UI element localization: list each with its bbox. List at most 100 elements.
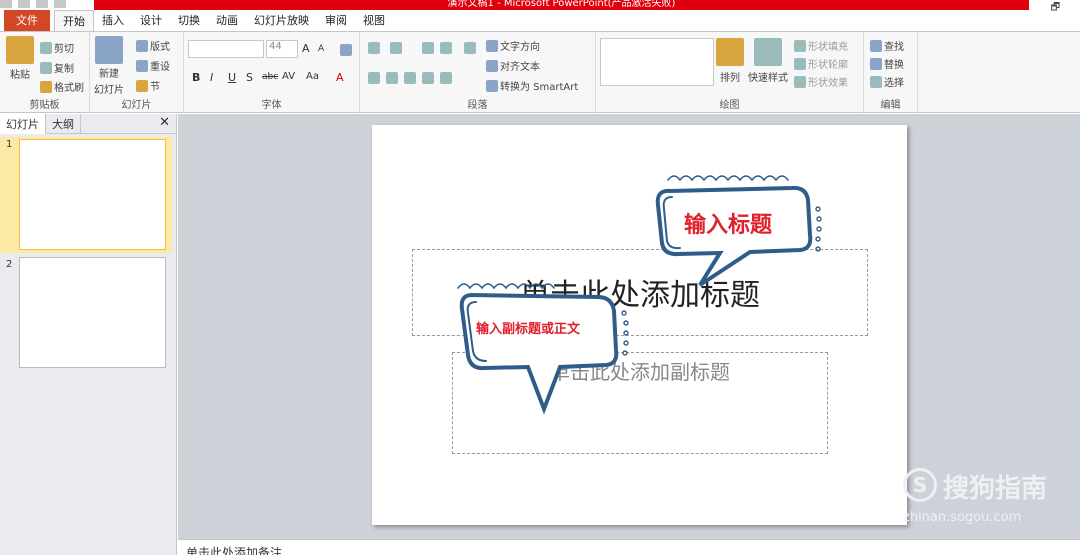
window-title-bar: 演示文稿1 - Microsoft PowerPoint(产品激活失败): [94, 0, 1029, 10]
font-name-box[interactable]: [188, 40, 264, 58]
smartart-button[interactable]: 转换为 SmartArt: [486, 78, 578, 93]
paint-bucket-icon: [794, 39, 806, 52]
font-size-box[interactable]: 44: [266, 40, 298, 58]
text-direction-icon: [486, 39, 498, 52]
notes-pane[interactable]: 单击此处添加备注: [178, 539, 1080, 555]
subtitle-callout-bubble: [457, 283, 629, 415]
paste-label: 粘贴: [10, 70, 30, 81]
bullets-icon[interactable]: [368, 42, 380, 54]
tab-slides[interactable]: 幻灯片: [0, 114, 46, 134]
numbering-icon[interactable]: [390, 42, 402, 54]
align-text-label: 对齐文本: [500, 62, 540, 73]
justify-icon[interactable]: [422, 72, 434, 84]
editing-group: 查找 替换 选择 编辑: [864, 32, 918, 113]
watermark-url: zhinan.sogou.com: [903, 510, 1022, 525]
drawing-group: 排列 快速样式 形状填充 形状轮廓 形状效果 绘图: [596, 32, 864, 113]
tab-outline[interactable]: 大纲: [46, 114, 81, 134]
save-icon[interactable]: [18, 0, 30, 8]
quick-styles-button[interactable]: 快速样式: [748, 38, 788, 84]
slide-preview: [19, 257, 166, 368]
columns-icon[interactable]: [440, 72, 452, 84]
undo-icon[interactable]: [36, 0, 48, 8]
powerpoint-window: 演示文稿1 - Microsoft PowerPoint(产品激活失败) 🗗 文…: [0, 0, 1080, 555]
select-button[interactable]: 选择: [870, 74, 904, 89]
pane-tabs: 幻灯片 大纲: [0, 114, 177, 134]
tab-review[interactable]: 审阅: [317, 10, 355, 31]
section-label: 节: [150, 82, 160, 93]
replace-button[interactable]: 替换: [870, 56, 904, 71]
decrease-indent-icon[interactable]: [422, 42, 434, 54]
editing-group-label: 编辑: [880, 100, 901, 111]
tab-design[interactable]: 设计: [132, 10, 170, 31]
clipboard-group: 粘贴 剪切 复制 格式刷 剪贴板: [0, 32, 90, 113]
font-group-label: 字体: [261, 100, 282, 111]
align-text-button[interactable]: 对齐文本: [486, 58, 540, 73]
tab-file[interactable]: 文件: [4, 10, 50, 31]
tab-insert[interactable]: 插入: [94, 10, 132, 31]
grow-font-button[interactable]: A: [302, 42, 310, 55]
reset-button[interactable]: 重设: [136, 58, 170, 73]
slide-thumbnail-2[interactable]: 2: [0, 257, 172, 373]
select-label: 选择: [884, 78, 904, 89]
callout-shapes: [457, 175, 822, 415]
shrink-font-button[interactable]: A: [318, 44, 324, 54]
tab-home[interactable]: 开始: [54, 10, 94, 31]
copy-label: 复制: [54, 64, 74, 75]
paste-icon: [6, 36, 34, 64]
slide-canvas: 单击此处添加标题 单击此处添加副标题 输入标题 输入副标题或正文 S 搜狗指南 …: [178, 114, 1080, 539]
find-button[interactable]: 查找: [870, 38, 904, 53]
copy-button[interactable]: 复制: [40, 60, 74, 75]
slide-thumbnail-1[interactable]: 1: [0, 137, 172, 253]
effects-icon: [794, 75, 806, 88]
replace-label: 替换: [884, 60, 904, 71]
align-right-icon[interactable]: [404, 72, 416, 84]
cursor-icon: [870, 75, 882, 88]
section-button[interactable]: 节: [136, 78, 160, 93]
tab-animations[interactable]: 动画: [208, 10, 246, 31]
layout-label: 版式: [150, 42, 170, 53]
char-spacing-button[interactable]: AV: [282, 71, 295, 82]
title-callout-text[interactable]: 输入标题: [684, 207, 772, 239]
shapes-gallery[interactable]: [600, 38, 714, 86]
close-pane-icon[interactable]: ✕: [159, 115, 170, 130]
new-slide-button[interactable]: 新建 幻灯片: [94, 36, 124, 96]
align-left-icon[interactable]: [368, 72, 380, 84]
scissors-icon: [40, 41, 52, 54]
shape-fill-button[interactable]: 形状填充: [794, 38, 848, 53]
ribbon: 粘贴 剪切 复制 格式刷 剪贴板 新建 幻灯片 版式 重设 节 幻灯片 44 A…: [0, 32, 1080, 113]
text-direction-button[interactable]: 文字方向: [486, 38, 540, 53]
change-case-button[interactable]: Aa: [306, 71, 319, 82]
tab-transitions[interactable]: 切换: [170, 10, 208, 31]
cut-button[interactable]: 剪切: [40, 40, 74, 55]
paragraph-group-label: 段落: [467, 100, 488, 111]
align-center-icon[interactable]: [386, 72, 398, 84]
shadow-button[interactable]: S: [246, 71, 253, 84]
subtitle-callout-text[interactable]: 输入副标题或正文: [476, 318, 580, 337]
paste-button[interactable]: 粘贴: [6, 36, 34, 81]
strikethrough-button[interactable]: abc: [262, 72, 278, 82]
shape-effects-button[interactable]: 形状效果: [794, 74, 848, 89]
shape-effects-label: 形状效果: [808, 78, 848, 89]
tab-view[interactable]: 视图: [355, 10, 393, 31]
tab-slideshow[interactable]: 幻灯片放映: [246, 10, 317, 31]
arrange-button[interactable]: 排列: [716, 38, 744, 84]
slides-group: 新建 幻灯片 版式 重设 节 幻灯片: [90, 32, 184, 113]
clear-format-icon[interactable]: [340, 44, 352, 56]
font-color-button[interactable]: A: [336, 71, 344, 84]
layout-button[interactable]: 版式: [136, 38, 170, 53]
shape-outline-button[interactable]: 形状轮廓: [794, 56, 848, 71]
watermark-brand: 搜狗指南: [943, 474, 1048, 504]
bold-button[interactable]: B: [192, 71, 200, 84]
arrange-icon: [716, 38, 744, 66]
find-label: 查找: [884, 42, 904, 53]
underline-button[interactable]: U: [228, 71, 236, 84]
increase-indent-icon[interactable]: [440, 42, 452, 54]
shape-outline-label: 形状轮廓: [808, 60, 848, 71]
slide[interactable]: 单击此处添加标题 单击此处添加副标题 输入标题 输入副标题或正文: [372, 125, 907, 525]
italic-button[interactable]: I: [210, 71, 213, 84]
line-spacing-icon[interactable]: [464, 42, 476, 54]
redo-icon[interactable]: [54, 0, 66, 8]
slide-preview: [19, 139, 166, 250]
format-painter-button[interactable]: 格式刷: [40, 79, 84, 94]
new-slide-icon: [95, 36, 123, 64]
